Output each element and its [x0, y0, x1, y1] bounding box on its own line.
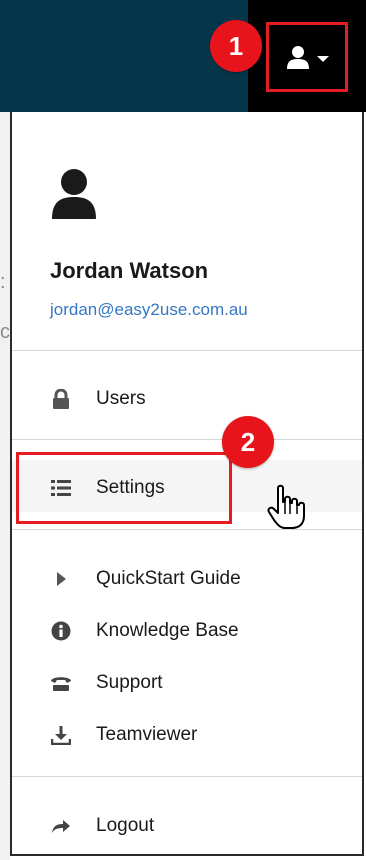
- divider: [12, 776, 362, 777]
- menu-item-logout-label: Logout: [96, 815, 155, 836]
- menu-item-knowledge-base-label: Knowledge Base: [96, 620, 239, 641]
- menu-item-settings-label: Settings: [96, 477, 165, 498]
- step-2-callout: 2: [222, 416, 274, 468]
- menu-item-users[interactable]: Users: [12, 381, 362, 417]
- menu-item-teamviewer[interactable]: Teamviewer: [12, 717, 362, 753]
- profile-email[interactable]: jordan@easy2use.com.au: [50, 300, 248, 320]
- list-icon: [50, 477, 72, 499]
- menu-item-teamviewer-label: Teamviewer: [96, 724, 198, 745]
- menu-item-knowledge-base[interactable]: Knowledge Base: [12, 613, 362, 649]
- user-avatar-icon: [52, 169, 96, 219]
- user-dropdown-menu: Jordan Watson jordan@easy2use.com.au Use…: [10, 112, 364, 856]
- step-1-callout: 1: [210, 20, 262, 72]
- profile-name: Jordan Watson: [50, 258, 209, 283]
- menu-item-quickstart-guide[interactable]: QuickStart Guide: [12, 561, 362, 597]
- download-icon: [50, 724, 72, 746]
- divider: [12, 439, 362, 440]
- menu-item-users-label: Users: [96, 388, 146, 409]
- divider: [12, 350, 362, 351]
- menu-item-support[interactable]: Support: [12, 665, 362, 701]
- play-icon: [50, 568, 72, 590]
- phone-icon: [50, 672, 72, 694]
- divider: [12, 529, 362, 530]
- user-icon: [287, 46, 309, 69]
- chevron-down-icon: [317, 56, 329, 62]
- user-menu-toggle[interactable]: [266, 22, 348, 92]
- hand-cursor-icon: [267, 484, 305, 529]
- info-icon: [50, 620, 72, 642]
- menu-item-quickstart-label: QuickStart Guide: [96, 568, 241, 589]
- menu-item-settings[interactable]: Settings: [12, 470, 362, 506]
- menu-item-support-label: Support: [96, 672, 163, 693]
- background-page-edge: : c: [0, 112, 10, 860]
- menu-item-logout[interactable]: Logout: [12, 808, 362, 844]
- arrow-right-icon: [50, 815, 72, 837]
- lock-icon: [50, 388, 72, 410]
